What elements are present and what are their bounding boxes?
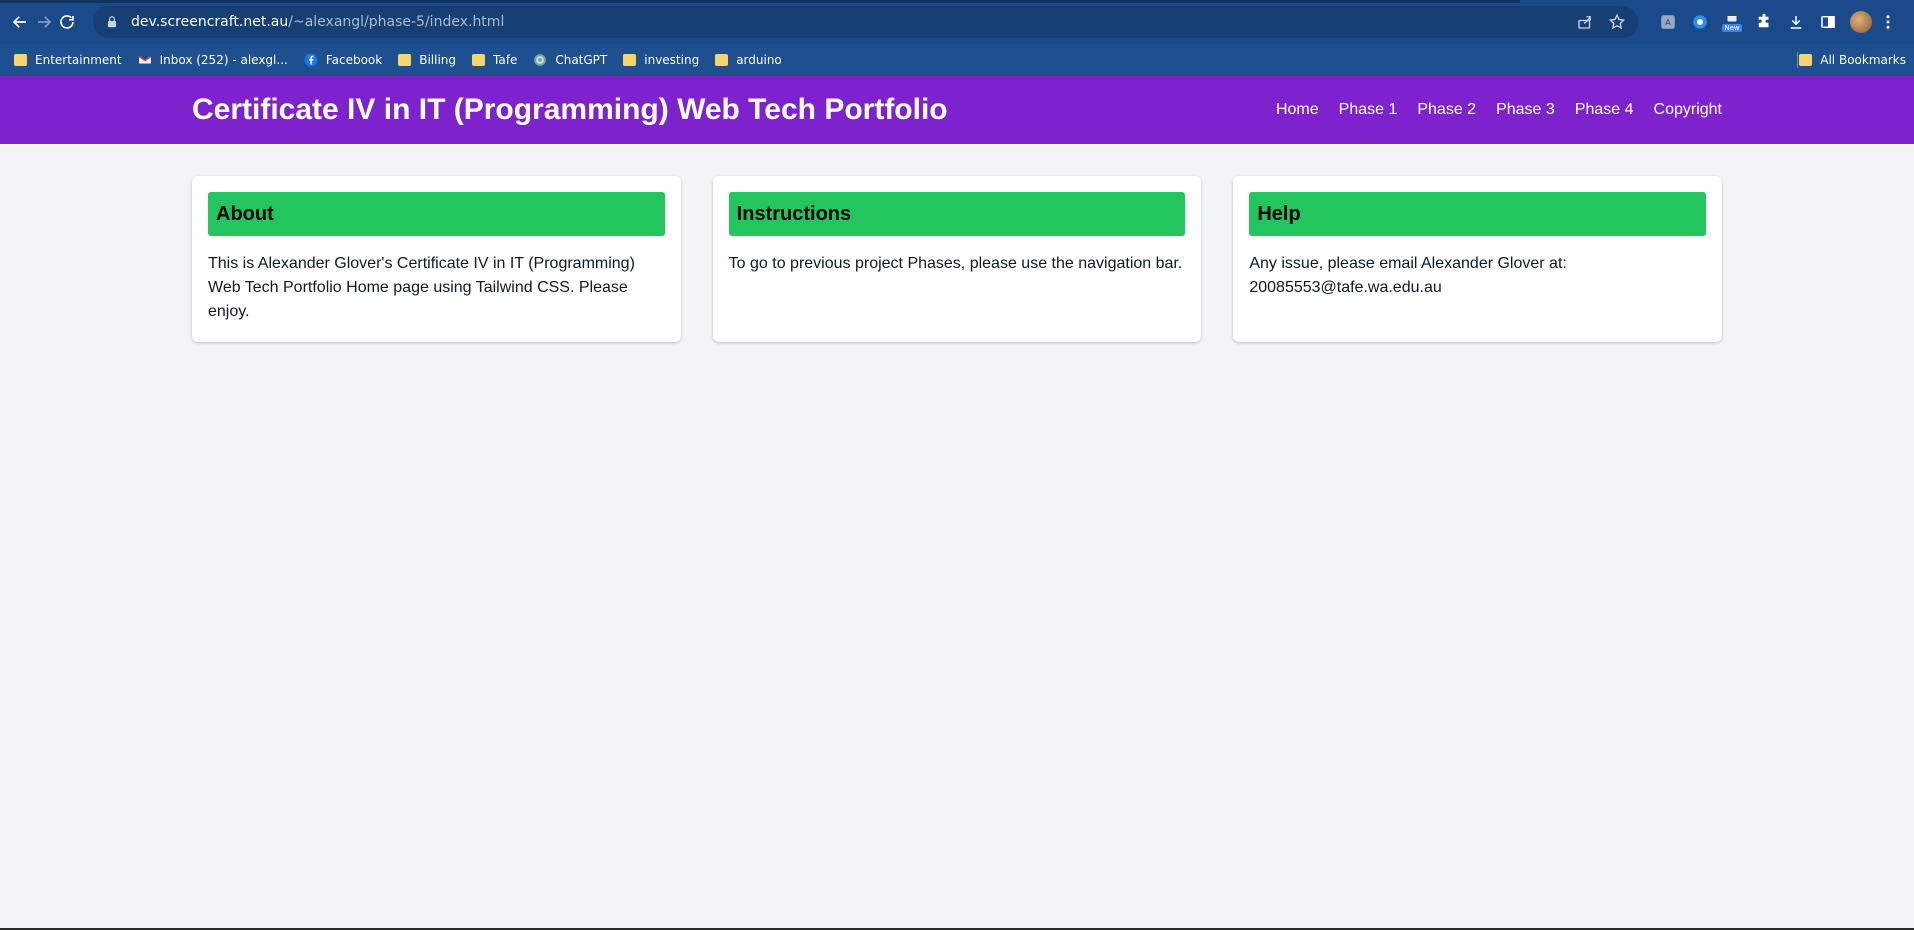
lock-icon [107, 16, 117, 28]
bookmark-tafe[interactable]: Tafe [472, 53, 517, 67]
nav-phase-1-link[interactable]: Phase 1 [1339, 101, 1398, 119]
site-nav: Home Phase 1 Phase 2 Phase 3 Phase 4 Cop… [1256, 101, 1722, 119]
folder-icon [715, 54, 729, 66]
bookmark-chatgpt[interactable]: ChatGPT [533, 53, 607, 67]
all-bookmarks-label: All Bookmarks [1820, 53, 1906, 67]
bookmark-facebook[interactable]: Facebook [304, 53, 382, 67]
folder-icon [623, 54, 637, 66]
about-card: About This is Alexander Glover's Certifi… [192, 176, 681, 342]
new-badge: New [1722, 24, 1742, 32]
chatgpt-icon [534, 54, 547, 66]
address-bar[interactable]: dev.screencraft.net.au/~alexangl/phase-5… [93, 6, 1639, 38]
forward-button[interactable] [34, 8, 54, 36]
translate-ext-icon[interactable]: A [1658, 12, 1678, 32]
star-icon[interactable] [1608, 13, 1626, 31]
vpn-ext-icon[interactable] [1690, 12, 1710, 32]
all-bookmarks-button[interactable]: All Bookmarks [1799, 53, 1906, 67]
site-header: Certificate IV in IT (Programming) Web T… [0, 76, 1914, 144]
card-body: This is Alexander Glover's Certificate I… [208, 255, 635, 320]
svg-text:A: A [1665, 17, 1671, 27]
card-body: To go to previous project Phases, please… [728, 255, 1183, 272]
facebook-icon [304, 53, 318, 67]
arrow-right-icon [37, 16, 51, 28]
extensions-area: A New [1652, 11, 1904, 33]
nav-copyright-link[interactable]: Copyright [1654, 101, 1722, 119]
nav-phase-4-link[interactable]: Phase 4 [1575, 101, 1634, 119]
calendar-ext-icon[interactable]: New [1722, 12, 1742, 32]
bookmark-label: ChatGPT [555, 53, 608, 67]
card-heading: Instructions [728, 192, 1186, 236]
bookmark-label: investing [644, 53, 700, 67]
folder-icon [1799, 54, 1813, 66]
folder-icon [398, 54, 412, 66]
puzzle-icon[interactable] [1754, 12, 1774, 32]
browser-toolbar: dev.screencraft.net.au/~alexangl/phase-5… [0, 0, 1914, 44]
side-panel-icon[interactable] [1818, 12, 1838, 32]
bookmark-entertainment[interactable]: Entertainment [14, 53, 122, 67]
card-heading: Help [1249, 192, 1707, 236]
tab-strip-line [0, 0, 1520, 3]
reload-button[interactable] [57, 8, 77, 36]
bookmark-label: arduino [736, 53, 782, 67]
nav-phase-2-link[interactable]: Phase 2 [1417, 101, 1476, 119]
bookmarks-bar: Entertainment Inbox (252) - alexgl... Fa… [0, 44, 1914, 76]
bookmark-label: Tafe [493, 53, 518, 67]
url-host: dev.screencraft.net.au [131, 14, 289, 30]
back-button[interactable] [10, 8, 30, 36]
help-card: Help Any issue, please email Alexander G… [1233, 176, 1723, 342]
share-icon[interactable] [1576, 13, 1594, 31]
menu-dots-icon[interactable] [1878, 12, 1898, 32]
bookmark-label: Facebook [325, 53, 383, 67]
bookmark-investing[interactable]: investing [623, 53, 699, 67]
page-title: Certificate IV in IT (Programming) Web T… [192, 93, 948, 126]
folder-icon [472, 54, 486, 66]
instructions-card: Instructions To go to previous project P… [712, 176, 1202, 342]
cards-container: About This is Alexander Glover's Certifi… [0, 144, 1914, 342]
bookmark-billing[interactable]: Billing [398, 53, 456, 67]
card-body: Any issue, please email Alexander Glover… [1249, 255, 1567, 296]
url-path: /~alexangl/phase-5/index.html [288, 14, 505, 30]
bookmark-label: Inbox (252) - alexgl... [159, 53, 288, 67]
bookmark-inbox[interactable]: Inbox (252) - alexgl... [138, 53, 288, 67]
download-icon[interactable] [1786, 12, 1806, 32]
reload-icon [60, 15, 74, 29]
bookmarks-separator [1797, 52, 1798, 68]
folder-icon [14, 54, 27, 66]
bookmark-label: Billing [419, 53, 457, 67]
nav-home-link[interactable]: Home [1276, 101, 1319, 119]
bookmark-arduino[interactable]: arduino [715, 53, 782, 67]
browser-chrome: dev.screencraft.net.au/~alexangl/phase-5… [0, 0, 1914, 76]
profile-avatar[interactable] [1850, 11, 1873, 33]
bookmark-label: Entertainment [35, 53, 122, 67]
gmail-icon [138, 55, 151, 64]
arrow-left-icon [12, 16, 26, 28]
card-heading: About [208, 192, 665, 236]
nav-phase-3-link[interactable]: Phase 3 [1496, 101, 1555, 119]
